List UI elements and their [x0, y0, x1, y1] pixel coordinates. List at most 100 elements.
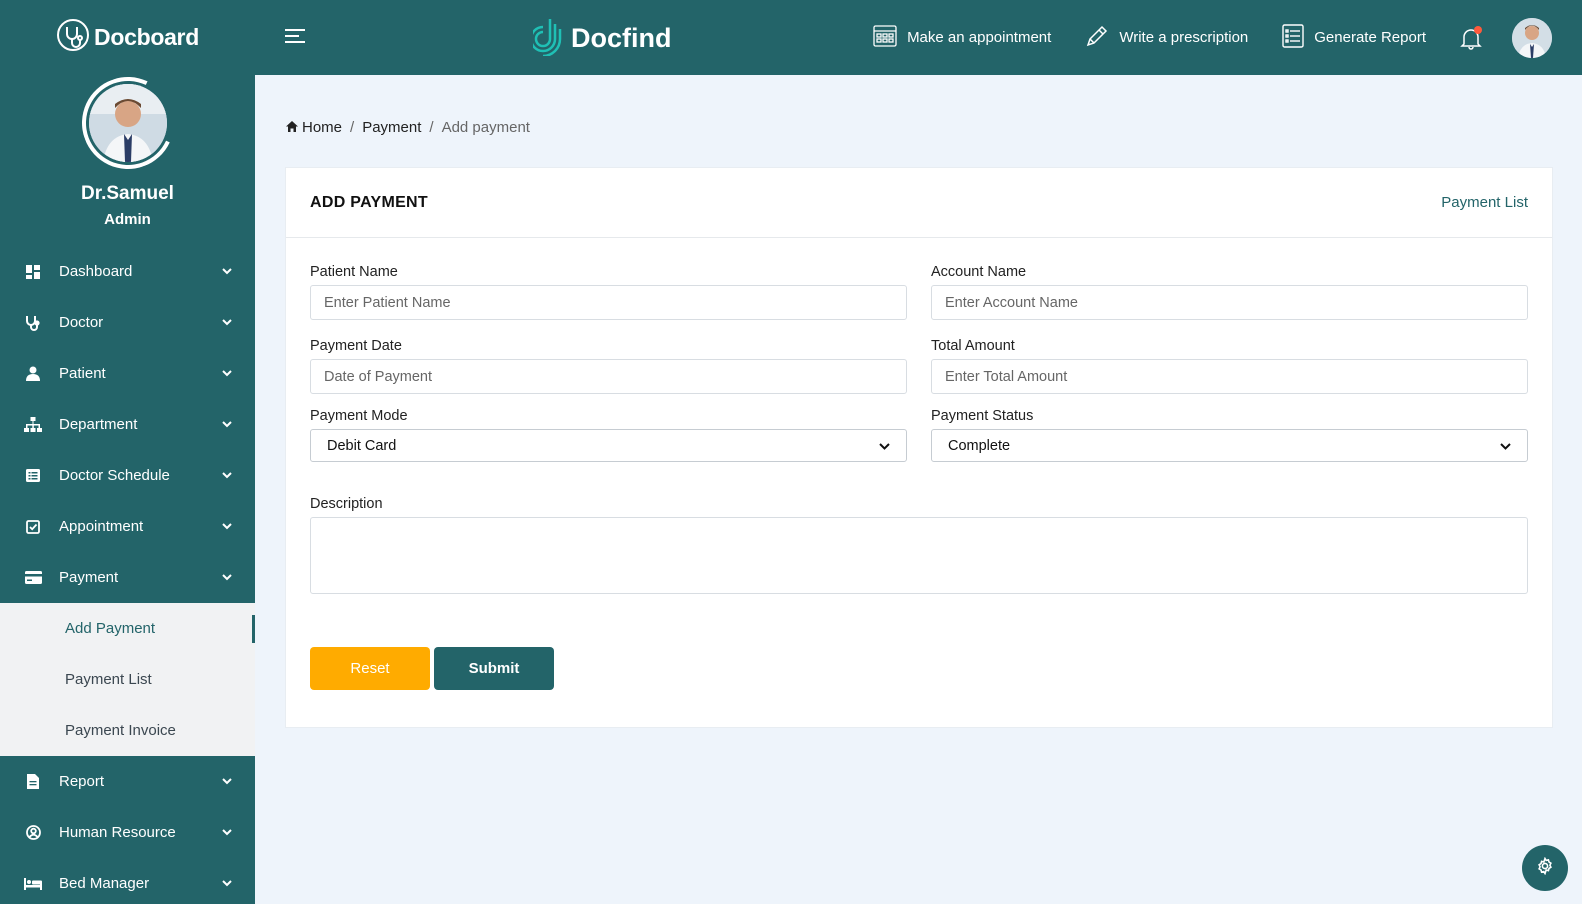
- reset-button[interactable]: Reset: [310, 647, 430, 690]
- top-header: Docfind Make an appointment Write a pres…: [255, 0, 1582, 75]
- sidebar-item-dashboard[interactable]: Dashboard: [0, 246, 255, 297]
- card-title: ADD PAYMENT: [310, 193, 428, 211]
- breadcrumb-separator: /: [429, 119, 434, 136]
- total-amount-label: Total Amount: [931, 338, 1015, 354]
- total-amount-field: Total Amount: [931, 338, 1528, 394]
- brand-name: Docboard: [94, 24, 199, 50]
- sidebar-item-label: Dashboard: [59, 263, 133, 280]
- checkbox-icon: [24, 518, 42, 536]
- sidebar-item-label: Report: [59, 773, 105, 790]
- chevron-down-icon: [221, 317, 233, 329]
- sidebar-item-payment[interactable]: Payment: [0, 552, 255, 603]
- patient-name-label: Patient Name: [310, 264, 398, 280]
- breadcrumb-home[interactable]: Home: [302, 119, 342, 136]
- payment-mode-field: Payment Mode Debit Card: [310, 408, 907, 462]
- profile-name: Dr.Samuel: [81, 183, 174, 204]
- home-icon: [286, 119, 298, 136]
- payment-date-input[interactable]: [310, 359, 907, 394]
- sidebar-item-report[interactable]: Report: [0, 756, 255, 807]
- sidebar-item-patient[interactable]: Patient: [0, 348, 255, 399]
- notification-dot: [1474, 25, 1482, 34]
- chevron-down-icon: [1500, 438, 1511, 454]
- header-logo-text: Docfind: [571, 23, 672, 53]
- sidebar-subitem-payment-invoice[interactable]: Payment Invoice: [0, 705, 255, 756]
- write-prescription-button[interactable]: Write a prescription: [1085, 24, 1248, 52]
- make-appointment-button[interactable]: Make an appointment: [873, 24, 1052, 51]
- breadcrumb-payment[interactable]: Payment: [362, 119, 421, 136]
- patient-name-input[interactable]: [310, 285, 907, 320]
- sidebar-item-department[interactable]: Department: [0, 399, 255, 450]
- submit-button[interactable]: Submit: [434, 647, 554, 690]
- org-chart-icon: [24, 416, 42, 434]
- card-header: ADD PAYMENT Payment List: [286, 168, 1552, 238]
- sidebar-item-appointment[interactable]: Appointment: [0, 501, 255, 552]
- chevron-down-icon: [221, 470, 233, 482]
- header-logo[interactable]: Docfind: [529, 16, 672, 61]
- user-avatar[interactable]: [1512, 17, 1552, 58]
- dashboard-icon: [24, 263, 42, 281]
- profile-block: Dr.Samuel Admin: [0, 64, 255, 228]
- hamburger-menu-icon[interactable]: [285, 28, 305, 44]
- credit-card-icon: [24, 569, 42, 587]
- payment-date-label: Payment Date: [310, 338, 402, 354]
- gear-icon: [1536, 856, 1554, 880]
- total-amount-input[interactable]: [931, 359, 1528, 394]
- payment-mode-label: Payment Mode: [310, 408, 408, 424]
- sidebar-item-doctor-schedule[interactable]: Doctor Schedule: [0, 450, 255, 501]
- calendar-grid-icon: [873, 24, 897, 51]
- chevron-down-icon: [879, 438, 890, 454]
- payment-mode-value: Debit Card: [327, 437, 397, 454]
- description-textarea[interactable]: [310, 517, 1528, 594]
- account-name-input[interactable]: [931, 285, 1528, 320]
- bed-icon: [24, 875, 42, 893]
- add-payment-card: ADD PAYMENT Payment List Patient Name Ac…: [285, 167, 1553, 728]
- sidebar-item-label: Doctor: [59, 314, 104, 331]
- payment-list-link[interactable]: Payment List: [1441, 194, 1528, 211]
- add-payment-form: Patient Name Account Name Payment Date T…: [286, 238, 1552, 690]
- sidebar-item-doctor[interactable]: Doctor: [0, 297, 255, 348]
- report-list-icon: [1282, 23, 1304, 52]
- chevron-down-icon: [221, 521, 233, 533]
- sidebar-item-bed-manager[interactable]: Bed Manager: [0, 858, 255, 904]
- chevron-down-icon: [221, 878, 233, 890]
- generate-report-button[interactable]: Generate Report: [1282, 23, 1426, 52]
- chevron-down-icon: [221, 266, 233, 278]
- breadcrumb-current: Add payment: [441, 119, 530, 136]
- sidebar-brand[interactable]: Docboard: [0, 0, 255, 75]
- sidebar-item-label: Department: [59, 416, 138, 433]
- avatar[interactable]: [88, 84, 167, 162]
- account-name-field: Account Name: [931, 264, 1528, 320]
- sidebar-item-label: Bed Manager: [59, 875, 150, 892]
- chevron-down-icon: [221, 419, 233, 431]
- form-row: Description: [310, 496, 1528, 599]
- sidebar-menu: Dashboard Doctor Patient Department Doct…: [0, 246, 255, 904]
- sidebar-item-label: Payment: [59, 569, 119, 586]
- list-icon: [24, 467, 42, 485]
- breadcrumb-separator: /: [350, 119, 355, 136]
- payment-status-field: Payment Status Complete: [931, 408, 1528, 462]
- sidebar-item-human-resource[interactable]: Human Resource: [0, 807, 255, 858]
- chevron-down-icon: [221, 776, 233, 788]
- payment-mode-select[interactable]: Debit Card: [310, 429, 907, 462]
- user-circle-icon: [24, 824, 42, 842]
- sidebar: Docboard Dr.Samuel Admin Dashboard Docto…: [0, 0, 255, 904]
- notification-button[interactable]: [1460, 25, 1482, 50]
- sidebar-subitem-payment-list[interactable]: Payment List: [0, 654, 255, 705]
- sidebar-item-label: Human Resource: [59, 824, 176, 841]
- payment-date-field: Payment Date: [310, 338, 907, 394]
- breadcrumb: Home / Payment / Add payment: [286, 119, 530, 136]
- write-prescription-label: Write a prescription: [1119, 29, 1249, 46]
- form-row: Payment Mode Debit Card Payment Status C…: [310, 408, 1528, 462]
- bell-icon: [1460, 28, 1482, 54]
- settings-button[interactable]: [1522, 845, 1568, 891]
- make-appointment-label: Make an appointment: [907, 29, 1052, 46]
- patient-name-field: Patient Name: [310, 264, 907, 320]
- payment-status-value: Complete: [948, 437, 1011, 454]
- generate-report-label: Generate Report: [1314, 29, 1426, 46]
- payment-submenu: Add Payment Payment List Payment Invoice: [0, 603, 255, 756]
- sidebar-item-label: Appointment: [59, 518, 144, 535]
- payment-status-select[interactable]: Complete: [931, 429, 1528, 462]
- stethoscope-icon: [24, 314, 42, 332]
- pencil-icon: [1085, 24, 1109, 52]
- sidebar-subitem-add-payment[interactable]: Add Payment: [0, 603, 255, 654]
